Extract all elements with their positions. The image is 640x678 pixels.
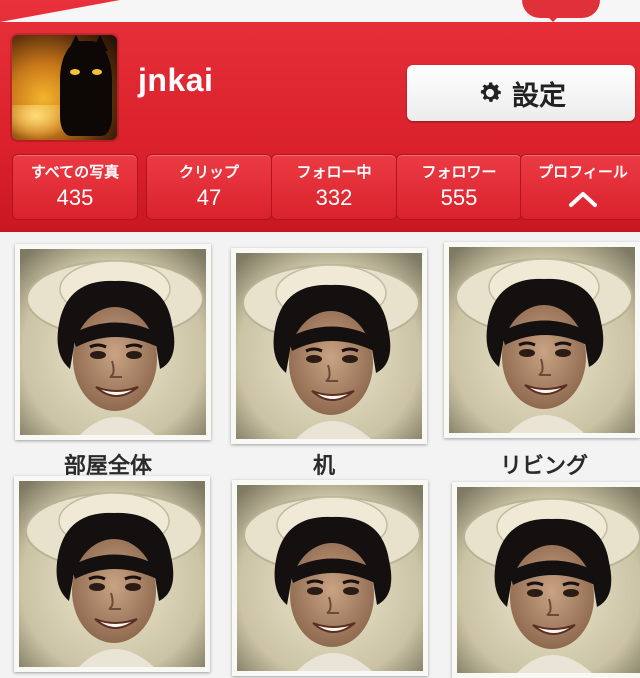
notification-pointer xyxy=(545,14,561,22)
stats-bar: すべての写真 435 クリップ 47 フォロー中 332 フォロワー 555 プ… xyxy=(12,154,640,220)
stat-label: すべての写真 xyxy=(30,163,120,181)
stat-label: クリップ xyxy=(178,163,239,181)
stat-value: 332 xyxy=(315,185,353,210)
stat-value: 435 xyxy=(56,185,94,210)
stat-clips[interactable]: クリップ 47 xyxy=(146,154,272,220)
portrait-photo xyxy=(236,253,422,439)
avatar[interactable] xyxy=(12,35,117,140)
stat-followers[interactable]: フォロワー 555 xyxy=(396,154,522,220)
photo-tile[interactable] xyxy=(232,480,428,676)
portrait-photo xyxy=(457,487,640,673)
photo-tile[interactable] xyxy=(452,482,640,678)
photo-tile[interactable] xyxy=(444,242,640,438)
portrait-image xyxy=(236,253,422,439)
stat-label: フォロー中 xyxy=(296,163,372,181)
portrait-photo xyxy=(449,247,635,433)
photo-tile[interactable] xyxy=(231,248,427,444)
portrait-image xyxy=(237,485,423,671)
stat-label: プロフィール xyxy=(538,163,628,181)
stat-following[interactable]: フォロー中 332 xyxy=(271,154,397,220)
stat-profile[interactable]: プロフィール xyxy=(520,154,640,220)
photo-tile[interactable] xyxy=(14,476,210,672)
stat-value: 47 xyxy=(196,185,222,210)
portrait-photo xyxy=(19,481,205,667)
profile-header: jnkai 設定 すべての写真 435 クリップ 47 フォロー中 332 フォ… xyxy=(0,0,640,232)
portrait-image xyxy=(449,247,635,433)
portrait-photo xyxy=(237,485,423,671)
settings-label: 設定 xyxy=(512,80,566,112)
chevron-up-icon xyxy=(569,192,597,207)
stat-all-photos[interactable]: すべての写真 435 xyxy=(12,154,138,220)
portrait-image xyxy=(19,481,205,667)
photo-grid: 部屋全体 机 リビング xyxy=(0,232,640,678)
photo-caption: リビング xyxy=(499,454,588,479)
portrait-photo xyxy=(20,249,206,435)
settings-button[interactable]: 設定 xyxy=(407,65,635,121)
photo-tile[interactable] xyxy=(15,244,211,440)
notification-bubble-icon[interactable] xyxy=(522,0,600,18)
portrait-image xyxy=(457,487,640,673)
stat-value: 555 xyxy=(440,185,478,210)
gear-icon xyxy=(480,82,501,102)
stat-label: フォロワー xyxy=(421,163,497,181)
username: jnkai xyxy=(138,62,214,98)
portrait-image xyxy=(20,249,206,435)
photo-caption: 机 xyxy=(312,454,335,479)
